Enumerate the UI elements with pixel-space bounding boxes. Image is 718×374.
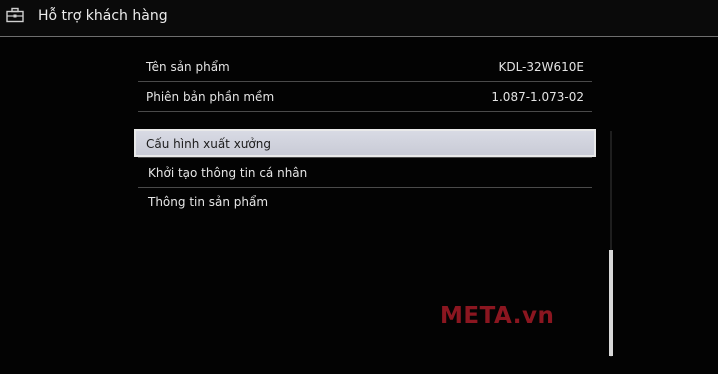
menu-item-product-info[interactable]: Thông tin sản phẩm [138,188,594,216]
menu-item-factory-reset[interactable]: Cấu hình xuất xưởng [134,129,596,157]
menu-item-label: Thông tin sản phẩm [148,195,269,209]
product-name-label: Tên sản phẩm [146,60,230,74]
product-name-value: KDL-32W610E [498,60,584,74]
info-row-software-version: Phiên bản phần mềm 1.087-1.073-02 [138,82,592,111]
header-bar: Hỗ trợ khách hàng [0,0,718,36]
menu-item-label: Khởi tạo thông tin cá nhân [148,166,308,180]
row-divider [138,157,592,158]
menu-item-reset-personal-info[interactable]: Khởi tạo thông tin cá nhân [138,159,594,187]
info-row-product-name: Tên sản phẩm KDL-32W610E [138,52,592,81]
watermark-logo: META.vn [440,303,555,329]
header-divider [0,36,718,37]
row-divider [138,111,592,112]
software-version-value: 1.087-1.073-02 [491,90,584,104]
software-version-label: Phiên bản phần mềm [146,90,275,104]
page-title: Hỗ trợ khách hàng [38,8,168,24]
scrollbar-thumb[interactable] [609,250,613,356]
menu-item-label: Cấu hình xuất xưởng [146,137,271,151]
toolbox-icon [6,7,24,23]
